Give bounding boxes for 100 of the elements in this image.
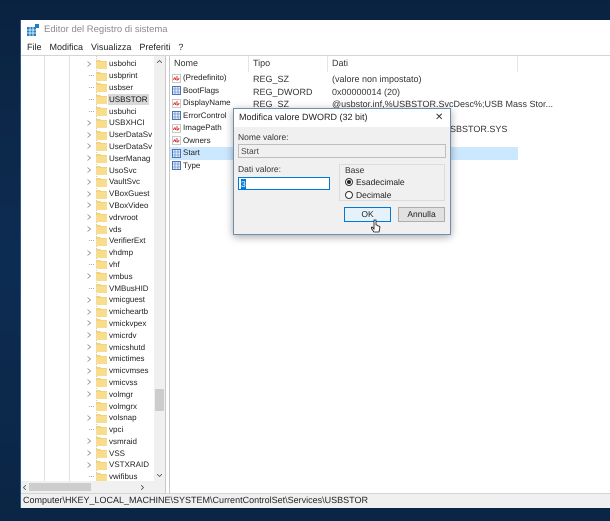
- menu-item[interactable]: File: [23, 40, 46, 54]
- radio-button[interactable]: [345, 178, 353, 186]
- tree-item[interactable]: vds: [108, 224, 122, 235]
- tree-item[interactable]: VSTXRAID: [108, 459, 150, 470]
- column-header[interactable]: Nome: [174, 57, 198, 71]
- expand-chevron-icon[interactable]: [87, 462, 91, 468]
- expand-chevron-icon[interactable]: [87, 438, 91, 444]
- expand-chevron-icon[interactable]: [87, 308, 91, 315]
- tree-item[interactable]: vmictimes: [108, 353, 146, 364]
- radio-button[interactable]: [345, 191, 353, 199]
- tree-item[interactable]: USBXHCI: [108, 117, 146, 128]
- value-name[interactable]: Type: [183, 160, 200, 172]
- value-name[interactable]: DisplayName: [183, 97, 231, 110]
- expand-chevron-icon[interactable]: [87, 120, 91, 126]
- tree-item[interactable]: vwifibus: [108, 471, 138, 481]
- tree-item[interactable]: vsmraid: [108, 436, 138, 447]
- expand-chevron-icon[interactable]: [87, 143, 91, 150]
- tree-item[interactable]: vmicvmses: [108, 365, 150, 376]
- value-name[interactable]: ErrorControl: [183, 110, 227, 122]
- tree-item[interactable]: usbohci: [108, 58, 138, 70]
- value-name-field[interactable]: Start: [238, 144, 446, 158]
- tree-item[interactable]: VSS: [108, 448, 126, 459]
- tree-item[interactable]: UserDataSv: [108, 140, 154, 152]
- tree-item[interactable]: VaultSvc: [108, 176, 141, 188]
- radio-label[interactable]: Esadecimale: [356, 177, 405, 187]
- expand-chevron-icon[interactable]: [87, 202, 91, 208]
- expand-chevron-icon[interactable]: [87, 155, 91, 162]
- tree-item[interactable]: volmgrx: [108, 400, 138, 412]
- column-header[interactable]: Dati: [332, 57, 348, 71]
- scroll-right-icon[interactable]: [141, 485, 144, 490]
- expand-chevron-icon[interactable]: [87, 368, 91, 374]
- tree-item[interactable]: usbser: [108, 82, 134, 93]
- scrollbar-thumb[interactable]: [155, 389, 164, 411]
- expand-chevron-icon[interactable]: [87, 132, 91, 138]
- folder-icon: [96, 188, 107, 199]
- expand-chevron-icon[interactable]: [87, 214, 91, 220]
- tree-item[interactable]: vmbus: [108, 270, 134, 282]
- expand-chevron-icon[interactable]: [87, 379, 91, 386]
- tree-item[interactable]: VBoxGuest: [108, 188, 150, 200]
- tree-item[interactable]: UserManag: [108, 152, 152, 164]
- radio-label[interactable]: Decimale: [356, 190, 392, 200]
- tree-item[interactable]: vhdmp: [108, 247, 134, 258]
- tree-item[interactable]: usbprint: [108, 70, 138, 82]
- expand-chevron-icon[interactable]: [87, 250, 91, 256]
- dialog-button[interactable]: OK: [344, 207, 391, 222]
- scroll-left-icon[interactable]: [23, 485, 26, 490]
- expand-chevron-icon[interactable]: [87, 332, 91, 338]
- close-button[interactable]: ✕: [433, 113, 445, 123]
- folder-icon: [96, 141, 107, 152]
- expand-chevron-icon[interactable]: [87, 226, 91, 232]
- menu-item[interactable]: ?: [174, 40, 188, 54]
- value-name[interactable]: Owners: [183, 134, 211, 147]
- folder-icon: [96, 401, 107, 411]
- value-name[interactable]: Start: [183, 147, 200, 160]
- expand-chevron-icon[interactable]: [87, 178, 91, 185]
- scroll-up-icon[interactable]: [157, 60, 162, 63]
- tree-item[interactable]: volmgr: [108, 388, 134, 400]
- expand-chevron-icon[interactable]: [87, 60, 91, 67]
- tree-item[interactable]: VMBusHID: [108, 282, 150, 294]
- expand-chevron-icon[interactable]: [87, 296, 91, 303]
- column-header[interactable]: Tipo: [253, 57, 270, 71]
- menu-item[interactable]: Preferiti: [135, 40, 174, 54]
- tree-item[interactable]: vmicheartb: [108, 306, 150, 318]
- tree-item[interactable]: UsoSvc: [108, 164, 138, 176]
- expand-chevron-icon[interactable]: [87, 273, 91, 280]
- tree-item[interactable]: usbuhci: [108, 106, 138, 117]
- tree-item[interactable]: VBoxVideo: [108, 200, 150, 211]
- tree-item[interactable]: vhf: [108, 258, 121, 270]
- tree-item[interactable]: vdrvroot: [108, 212, 139, 223]
- tree-item[interactable]: vmicrdv: [108, 330, 138, 341]
- horizontal-scrollbar[interactable]: [21, 481, 165, 493]
- expand-chevron-icon[interactable]: [87, 391, 91, 398]
- expand-chevron-icon[interactable]: [87, 320, 91, 326]
- expand-chevron-icon[interactable]: [87, 344, 91, 350]
- expand-chevron-icon[interactable]: [87, 190, 91, 197]
- menu-item[interactable]: Modifica: [46, 40, 88, 54]
- value-name[interactable]: BootFlags: [183, 84, 220, 97]
- value-name[interactable]: (Predefinito): [183, 72, 227, 84]
- scroll-down-icon[interactable]: [157, 474, 162, 477]
- tree-item[interactable]: vmickvpex: [108, 318, 148, 329]
- tree-item[interactable]: VerifierExt: [108, 235, 146, 246]
- menu-item[interactable]: Visualizza: [87, 40, 136, 54]
- tree-item[interactable]: vmicvss: [108, 376, 138, 388]
- scrollbar-thumb[interactable]: [29, 483, 91, 491]
- tree-item[interactable]: UserDataSv: [108, 129, 154, 140]
- tree-item[interactable]: vmicguest: [108, 294, 146, 306]
- expand-chevron-icon[interactable]: [87, 167, 91, 174]
- tree-item[interactable]: vmicshutd: [108, 342, 146, 353]
- value-name[interactable]: ImagePath: [183, 122, 222, 134]
- vertical-scrollbar[interactable]: [154, 56, 165, 481]
- tree-item[interactable]: USBSTOR: [108, 94, 149, 105]
- folder-icon: [96, 236, 107, 246]
- group-label: Base: [345, 165, 366, 175]
- tree-item[interactable]: vpci: [108, 424, 124, 436]
- expand-chevron-icon[interactable]: [87, 450, 91, 456]
- value-data-field[interactable]: 3: [238, 177, 330, 190]
- tree-item[interactable]: volsnap: [108, 412, 138, 424]
- expand-chevron-icon[interactable]: [87, 356, 91, 362]
- expand-chevron-icon[interactable]: [87, 414, 91, 421]
- dialog-button[interactable]: Annulla: [398, 207, 445, 222]
